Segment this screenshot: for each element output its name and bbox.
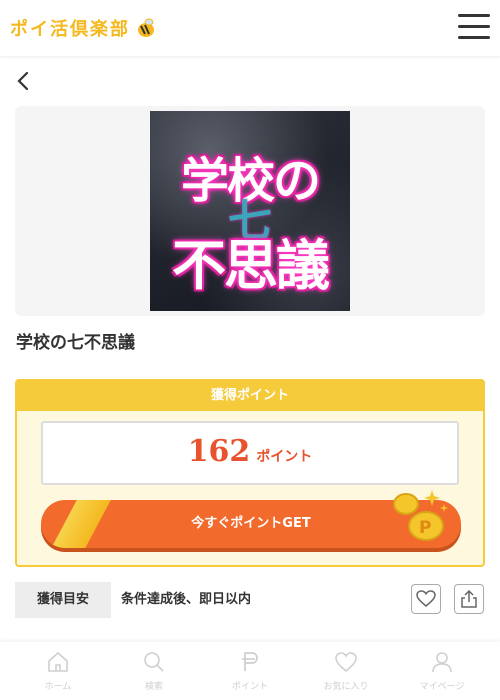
nav-search[interactable]: 検索 [106, 642, 202, 700]
heart-icon [416, 590, 436, 607]
share-icon [461, 589, 477, 608]
point-icon [242, 652, 258, 671]
offer-image[interactable]: 学校の 七 不思議 [150, 111, 350, 311]
coins-icon: P [393, 490, 448, 541]
nav-home[interactable]: ホーム [10, 642, 106, 700]
nav-mypage-label: マイページ [419, 682, 465, 692]
user-icon [432, 652, 452, 673]
estimate-value: 条件達成後、即日以内 [121, 592, 252, 607]
points-header: 獲得ポイント [17, 381, 483, 411]
nav-favorites-label: お気に入り [323, 682, 369, 692]
points-display: 162 ポイント [41, 421, 459, 485]
header: ポイ活倶楽部 [0, 0, 500, 56]
nav-point-label: ポイント [231, 682, 268, 692]
estimate-label: 獲得目安 [15, 582, 111, 618]
bee-icon [138, 18, 154, 37]
offer-image-text-2: 不思議 [172, 234, 330, 297]
nav-search-label: 検索 [144, 682, 163, 692]
svg-text:P: P [419, 518, 431, 538]
nav-home-label: ホーム [44, 682, 72, 692]
hamburger-menu-icon[interactable] [458, 14, 490, 40]
offer-title: 学校の七不思議 [16, 333, 135, 353]
search-icon [144, 652, 164, 672]
logo-text: ポイ活倶楽部 [10, 19, 130, 40]
heart-icon [335, 652, 357, 673]
bottom-nav: ホーム 検索 ポイント お気に入り マイページ [0, 642, 500, 700]
favorite-button[interactable] [411, 584, 441, 614]
offer-hero: 学校の 七 不思議 [15, 106, 485, 316]
home-icon [48, 651, 68, 672]
back-chevron-icon[interactable] [14, 68, 34, 94]
nav-point[interactable]: ポイント [202, 642, 298, 700]
site-logo[interactable]: ポイ活倶楽部 [10, 14, 158, 42]
share-button[interactable] [454, 584, 484, 614]
nav-favorites[interactable]: お気に入り [298, 642, 394, 700]
nav-mypage[interactable]: マイページ [394, 642, 490, 700]
points-value: 162 [187, 434, 251, 469]
points-unit: ポイント [256, 449, 313, 465]
